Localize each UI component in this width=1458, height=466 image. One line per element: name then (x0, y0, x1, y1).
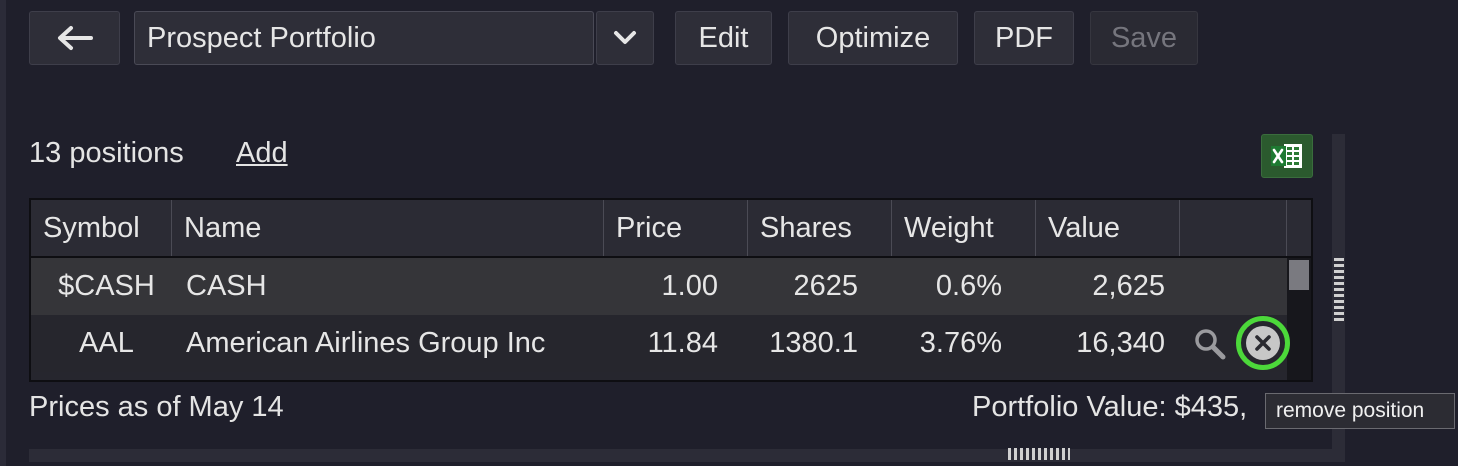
arrow-left-icon (57, 26, 93, 50)
cell-value: 16,340 (1076, 327, 1165, 359)
edit-button[interactable]: Edit (675, 11, 772, 65)
cell-name: CASH (186, 270, 267, 302)
column-header-name[interactable]: Name (172, 200, 604, 256)
positions-table: Symbol Name Price Shares Weight Value $C… (29, 198, 1313, 382)
table-row[interactable]: AAL American Airlines Group Inc 11.84 13… (31, 315, 1287, 372)
cell-symbol: AAL (79, 327, 134, 359)
search-position-button[interactable] (1191, 325, 1229, 363)
horizontal-scrollbar[interactable] (29, 449, 1345, 462)
column-header-value[interactable]: Value (1036, 200, 1180, 256)
excel-export-button[interactable] (1261, 134, 1313, 178)
table-scroll-thumb[interactable] (1289, 260, 1309, 290)
remove-position-button[interactable] (1236, 316, 1290, 370)
portfolio-page: Prospect Portfolio Edit Optimize PDF Sav… (0, 0, 1458, 466)
add-position-link[interactable]: Add (236, 137, 288, 170)
cell-symbol: $CASH (58, 270, 155, 302)
close-icon (1255, 335, 1271, 351)
remove-position-inner (1246, 326, 1280, 360)
cell-weight: 3.76% (919, 327, 1002, 359)
column-header-price[interactable]: Price (604, 200, 748, 256)
positions-count: 13 positions (29, 137, 184, 169)
column-header-symbol[interactable]: Symbol (31, 200, 172, 256)
chevron-down-icon (614, 31, 636, 44)
cell-shares: 2625 (793, 270, 858, 302)
table-row[interactable]: $CASH CASH 1.00 2625 0.6% 2,625 (31, 258, 1287, 315)
table-header: Symbol Name Price Shares Weight Value (31, 200, 1311, 258)
remove-position-tooltip: remove position (1265, 393, 1455, 429)
column-header-shares[interactable]: Shares (748, 200, 892, 256)
prices-as-of-label: Prices as of May 14 (29, 391, 284, 423)
cell-price: 1.00 (661, 270, 718, 302)
pdf-button[interactable]: PDF (974, 11, 1074, 65)
cell-name: American Airlines Group Inc (186, 327, 546, 359)
window-edge (0, 0, 6, 466)
column-header-actions (1180, 200, 1287, 256)
back-button[interactable] (29, 11, 120, 65)
cell-price: 11.84 (647, 327, 718, 359)
optimize-button[interactable]: Optimize (788, 11, 958, 65)
panel-resize-grip[interactable] (1334, 258, 1344, 322)
portfolio-dropdown-button[interactable] (596, 11, 654, 65)
portfolio-name-text: Prospect Portfolio (147, 21, 376, 54)
column-header-weight[interactable]: Weight (892, 200, 1036, 256)
magnifier-icon (1195, 329, 1226, 360)
excel-icon (1271, 144, 1302, 168)
portfolio-value-label: Portfolio Value: $435, (972, 391, 1248, 423)
cell-weight: 0.6% (935, 270, 1002, 302)
cell-value: 2,625 (1092, 270, 1165, 302)
portfolio-name-field[interactable]: Prospect Portfolio (134, 11, 594, 65)
cell-shares: 1380.1 (769, 327, 858, 359)
save-button[interactable]: Save (1090, 11, 1198, 65)
horizontal-resize-grip[interactable] (1008, 448, 1070, 460)
